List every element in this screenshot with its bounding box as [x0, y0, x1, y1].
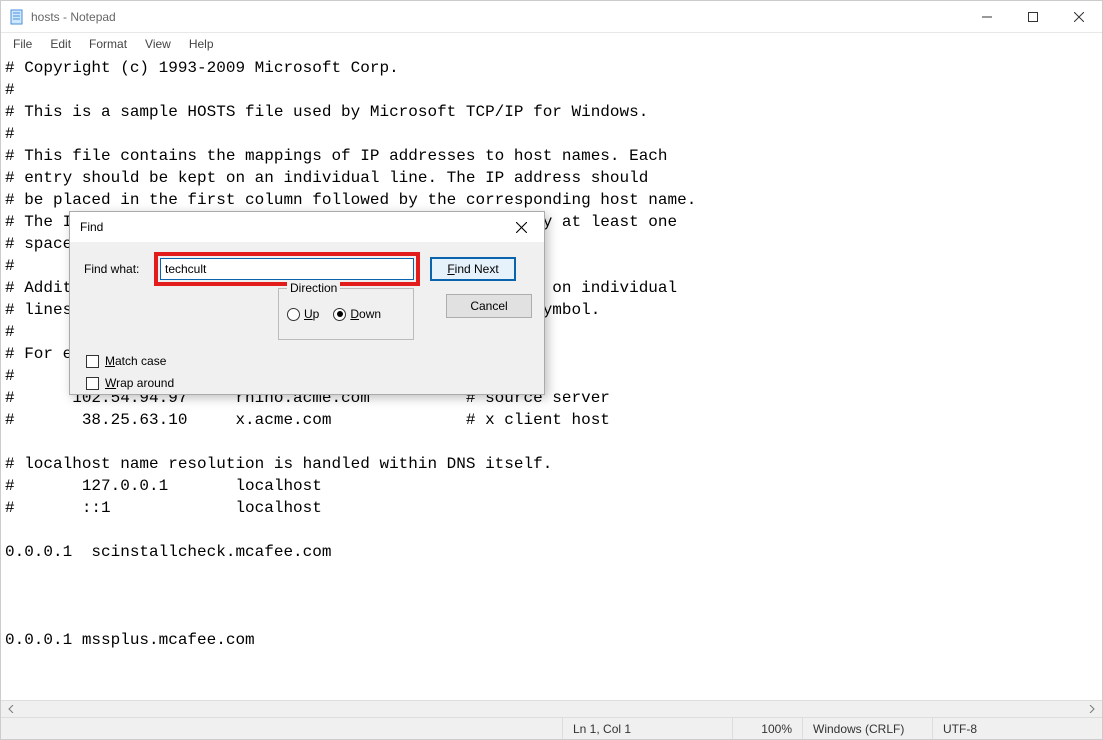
direction-group: Direction Up Down — [278, 288, 414, 340]
find-dialog-titlebar[interactable]: Find — [70, 212, 544, 242]
cancel-button[interactable]: Cancel — [446, 294, 532, 318]
notepad-icon — [9, 9, 25, 25]
menu-help[interactable]: Help — [181, 35, 222, 53]
horizontal-scrollbar[interactable] — [1, 700, 1102, 717]
find-next-button[interactable]: Find Next — [430, 257, 516, 281]
match-case-checkbox[interactable]: Match case — [86, 354, 532, 368]
direction-up-radio[interactable]: Up — [287, 307, 319, 321]
find-dialog-title: Find — [80, 220, 103, 234]
wrap-around-label: Wrap around — [105, 376, 174, 390]
match-case-label: Match case — [105, 354, 166, 368]
find-next-text: ind Next — [455, 262, 499, 276]
checkbox-icon — [86, 377, 99, 390]
minimize-button[interactable] — [964, 1, 1010, 32]
maximize-button[interactable] — [1010, 1, 1056, 32]
find-close-button[interactable] — [506, 214, 536, 240]
status-eol: Windows (CRLF) — [802, 718, 932, 739]
status-position: Ln 1, Col 1 — [562, 718, 732, 739]
checkbox-icon — [86, 355, 99, 368]
scroll-left-icon[interactable] — [3, 702, 19, 717]
window-titlebar: hosts - Notepad — [1, 1, 1102, 33]
wrap-around-checkbox[interactable]: Wrap around — [86, 376, 532, 390]
direction-up-label: Up — [304, 307, 319, 321]
find-dialog: Find Find what: Find Next Cancel Directi… — [69, 211, 545, 395]
close-button[interactable] — [1056, 1, 1102, 32]
menu-edit[interactable]: Edit — [42, 35, 79, 53]
menu-file[interactable]: File — [5, 35, 40, 53]
status-encoding: UTF-8 — [932, 718, 1102, 739]
scroll-right-icon[interactable] — [1084, 702, 1100, 717]
menubar: File Edit Format View Help — [1, 33, 1102, 55]
direction-down-label: Down — [350, 307, 381, 321]
radio-icon — [287, 308, 300, 321]
status-zoom: 100% — [732, 718, 802, 739]
menu-format[interactable]: Format — [81, 35, 135, 53]
window-title: hosts - Notepad — [31, 10, 116, 24]
find-what-input[interactable] — [160, 258, 414, 280]
find-what-label: Find what: — [82, 262, 154, 276]
status-spacer — [1, 718, 562, 739]
direction-down-radio[interactable]: Down — [333, 307, 381, 321]
radio-icon — [333, 308, 346, 321]
statusbar: Ln 1, Col 1 100% Windows (CRLF) UTF-8 — [1, 717, 1102, 739]
menu-view[interactable]: View — [137, 35, 179, 53]
direction-label: Direction — [287, 281, 340, 295]
